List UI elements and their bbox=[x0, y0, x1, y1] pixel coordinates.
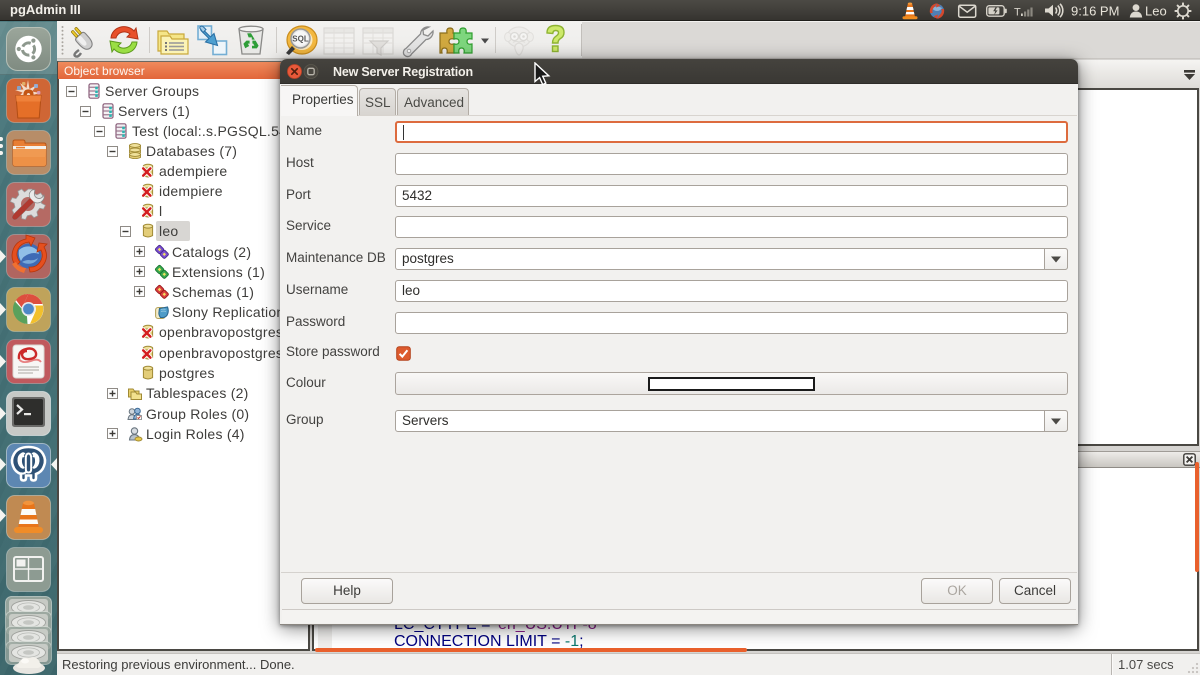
svg-text:SQL: SQL bbox=[292, 35, 309, 44]
svg-text:9:16 PM: 9:16 PM bbox=[1071, 4, 1119, 19]
svg-text:Leo: Leo bbox=[1145, 4, 1167, 19]
svg-text:T: T bbox=[1014, 7, 1021, 19]
